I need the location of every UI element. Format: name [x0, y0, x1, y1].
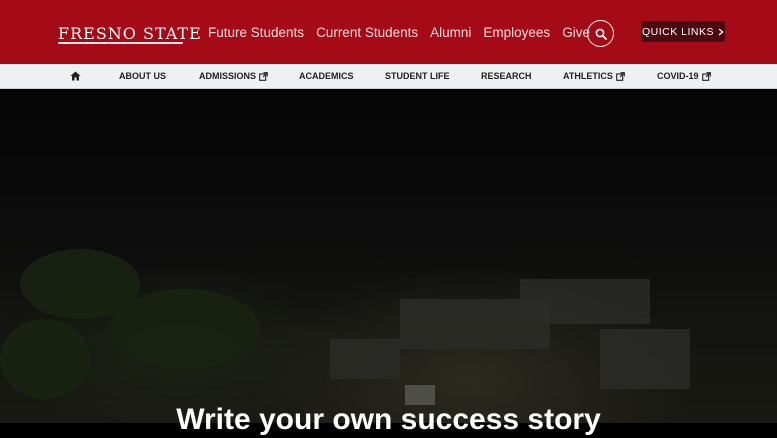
logo-text: FRESNO STATE: [58, 24, 202, 43]
nav-student-life[interactable]: STUDENT LIFE: [385, 64, 450, 88]
nav-admissions[interactable]: ADMISSIONS: [199, 64, 268, 88]
external-link-icon: [259, 71, 268, 81]
nav-research[interactable]: RESEARCH: [481, 64, 532, 88]
chevron-right-icon: [718, 28, 724, 35]
nav-athletics[interactable]: ATHLETICS: [563, 64, 625, 88]
hero-building-shape: [520, 279, 650, 324]
fresno-state-logo[interactable]: FRESNO STATE: [58, 24, 202, 44]
quick-links-button[interactable]: QUICK LINKS: [641, 21, 725, 42]
audience-link-alumni[interactable]: Alumni: [430, 24, 471, 42]
hero-tree-shape: [0, 319, 90, 399]
nav-covid-19[interactable]: COVID-19: [657, 64, 711, 88]
nav-label-athletics: ATHLETICS: [563, 71, 613, 81]
audience-nav: Future Students Current Students Alumni …: [208, 24, 590, 42]
nav-about-us[interactable]: ABOUT US: [119, 64, 166, 88]
hero-headline: Write your own success story: [176, 403, 601, 436]
hero-video-background: [0, 89, 777, 423]
logo-swoosh: [58, 42, 183, 44]
top-header: FRESNO STATE Future Students Current Stu…: [0, 0, 777, 64]
hero-tree-shape: [110, 289, 260, 369]
audience-link-future-students[interactable]: Future Students: [208, 24, 304, 42]
nav-label-research: RESEARCH: [481, 71, 532, 81]
nav-label-admissions: ADMISSIONS: [199, 71, 257, 81]
search-button[interactable]: [587, 20, 614, 47]
nav-label-student-life: STUDENT LIFE: [385, 71, 450, 81]
search-icon: [595, 28, 607, 40]
hero-building-shape: [330, 339, 400, 379]
home-icon: [70, 71, 81, 81]
nav-label-covid-19: COVID-19: [657, 71, 699, 81]
main-nav: ABOUT US ADMISSIONS ACADEMICS STUDENT LI…: [0, 64, 777, 89]
external-link-icon: [701, 71, 711, 81]
hero-building-shape: [600, 329, 690, 389]
audience-link-give[interactable]: Give: [562, 24, 590, 42]
nav-label-academics: ACADEMICS: [299, 71, 354, 81]
quick-links-label: QUICK LINKS: [641, 25, 715, 38]
audience-link-employees[interactable]: Employees: [483, 24, 550, 42]
nav-home[interactable]: [70, 64, 81, 88]
nav-academics[interactable]: ACADEMICS: [299, 64, 354, 88]
nav-label-about-us: ABOUT US: [119, 71, 166, 81]
audience-link-current-students[interactable]: Current Students: [316, 24, 418, 42]
external-link-icon: [615, 71, 625, 81]
